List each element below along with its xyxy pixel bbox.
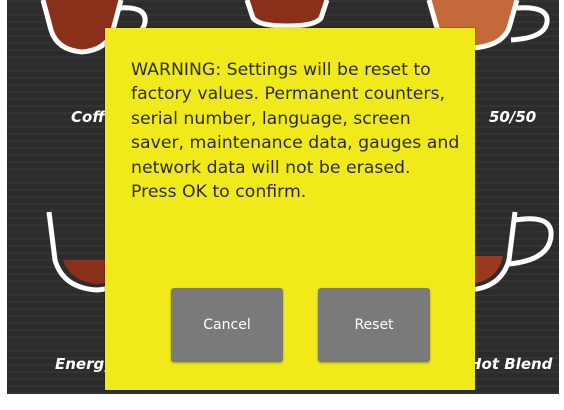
drink-label-50-50: 50/50 <box>489 108 537 126</box>
warning-message: WARNING: Settings will be reset to facto… <box>131 60 460 203</box>
drink-label-hot-blend: Hot Blend <box>469 355 553 373</box>
drink-tile-middle-top[interactable] <box>237 0 347 30</box>
cancel-button[interactable]: Cancel <box>171 288 283 362</box>
factory-reset-warning-dialog: WARNING: Settings will be reset to facto… <box>105 28 475 390</box>
cup-icon <box>244 0 330 29</box>
reset-button[interactable]: Reset <box>318 288 430 362</box>
